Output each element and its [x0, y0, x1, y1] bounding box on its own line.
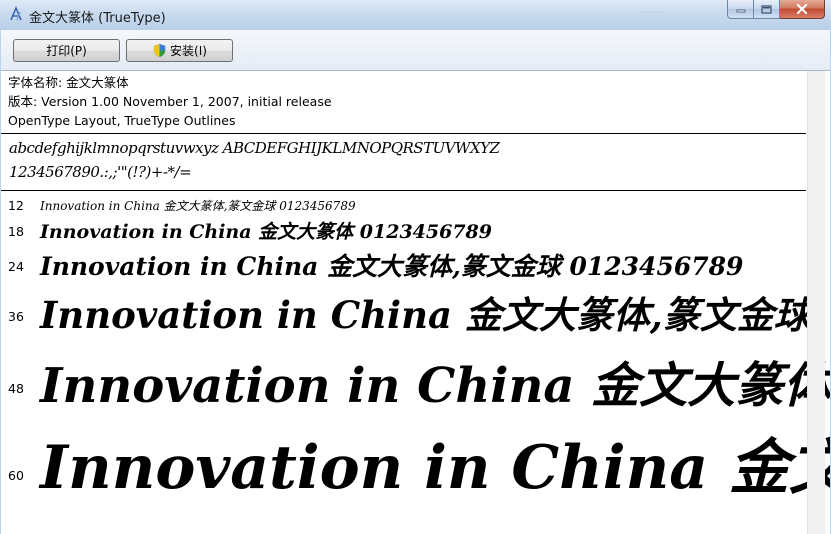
size-label: 12	[8, 198, 24, 213]
sample-text: Innovation in China 金文大篆体,篆文金球 012345678…	[40, 199, 356, 213]
size-label: 24	[8, 259, 24, 274]
install-button[interactable]: 安装(I)	[126, 39, 233, 62]
minimize-icon	[736, 9, 745, 13]
maximize-button[interactable]	[754, 0, 780, 19]
install-button-label: 安装(I)	[170, 44, 207, 58]
print-button-label: 打印(P)	[46, 44, 87, 58]
charset-letters: abcdefghijklmnopqrstuvwxyz ABCDEFGHIJKLM…	[9, 139, 500, 157]
size-label: 36	[8, 309, 24, 324]
toolbar: 打印(P) 安装(I)	[1, 30, 830, 71]
maximize-icon	[761, 4, 772, 14]
close-icon	[796, 4, 808, 14]
title-bar: 金文大篆体 (TrueType) ……	[0, 0, 831, 30]
close-button[interactable]	[780, 0, 825, 19]
font-app-icon	[10, 6, 22, 21]
sample-text: Innovation in China 金文大篆体,	[40, 358, 830, 414]
window-title: 金文大篆体 (TrueType)	[29, 11, 166, 26]
font-name-line: 字体名称: 金文大篆体	[8, 75, 129, 90]
size-label: 48	[8, 381, 24, 396]
sample-text: Innovation in China 金文大篆体,篆文金球	[40, 293, 811, 337]
vertical-scrollbar[interactable]	[807, 71, 825, 534]
size-label: 60	[8, 468, 24, 483]
caption-buttons	[727, 0, 825, 19]
font-version-line: 版本: Version 1.00 November 1, 2007, initi…	[8, 94, 332, 109]
sample-text: Innovation in China 金文大篆体 0123456789	[40, 221, 492, 243]
size-label: 18	[8, 224, 24, 239]
divider	[1, 190, 806, 191]
background-window-title: ……	[640, 2, 664, 16]
minimize-button[interactable]	[727, 0, 754, 19]
font-preview-area: 字体名称: 金文大篆体 版本: Version 1.00 November 1,…	[1, 71, 830, 534]
uac-shield-icon	[153, 43, 166, 58]
charset-symbols: 1234567890.:,;'"(!?)+-*/=	[9, 163, 192, 181]
sample-text: Innovation in China 金文大	[40, 433, 830, 503]
font-info: 字体名称: 金文大篆体 版本: Version 1.00 November 1,…	[8, 73, 332, 130]
print-button[interactable]: 打印(P)	[13, 39, 120, 62]
sample-text: Innovation in China 金文大篆体,篆文金球 012345678…	[40, 252, 744, 281]
font-type-line: OpenType Layout, TrueType Outlines	[8, 113, 236, 128]
divider	[1, 133, 806, 134]
